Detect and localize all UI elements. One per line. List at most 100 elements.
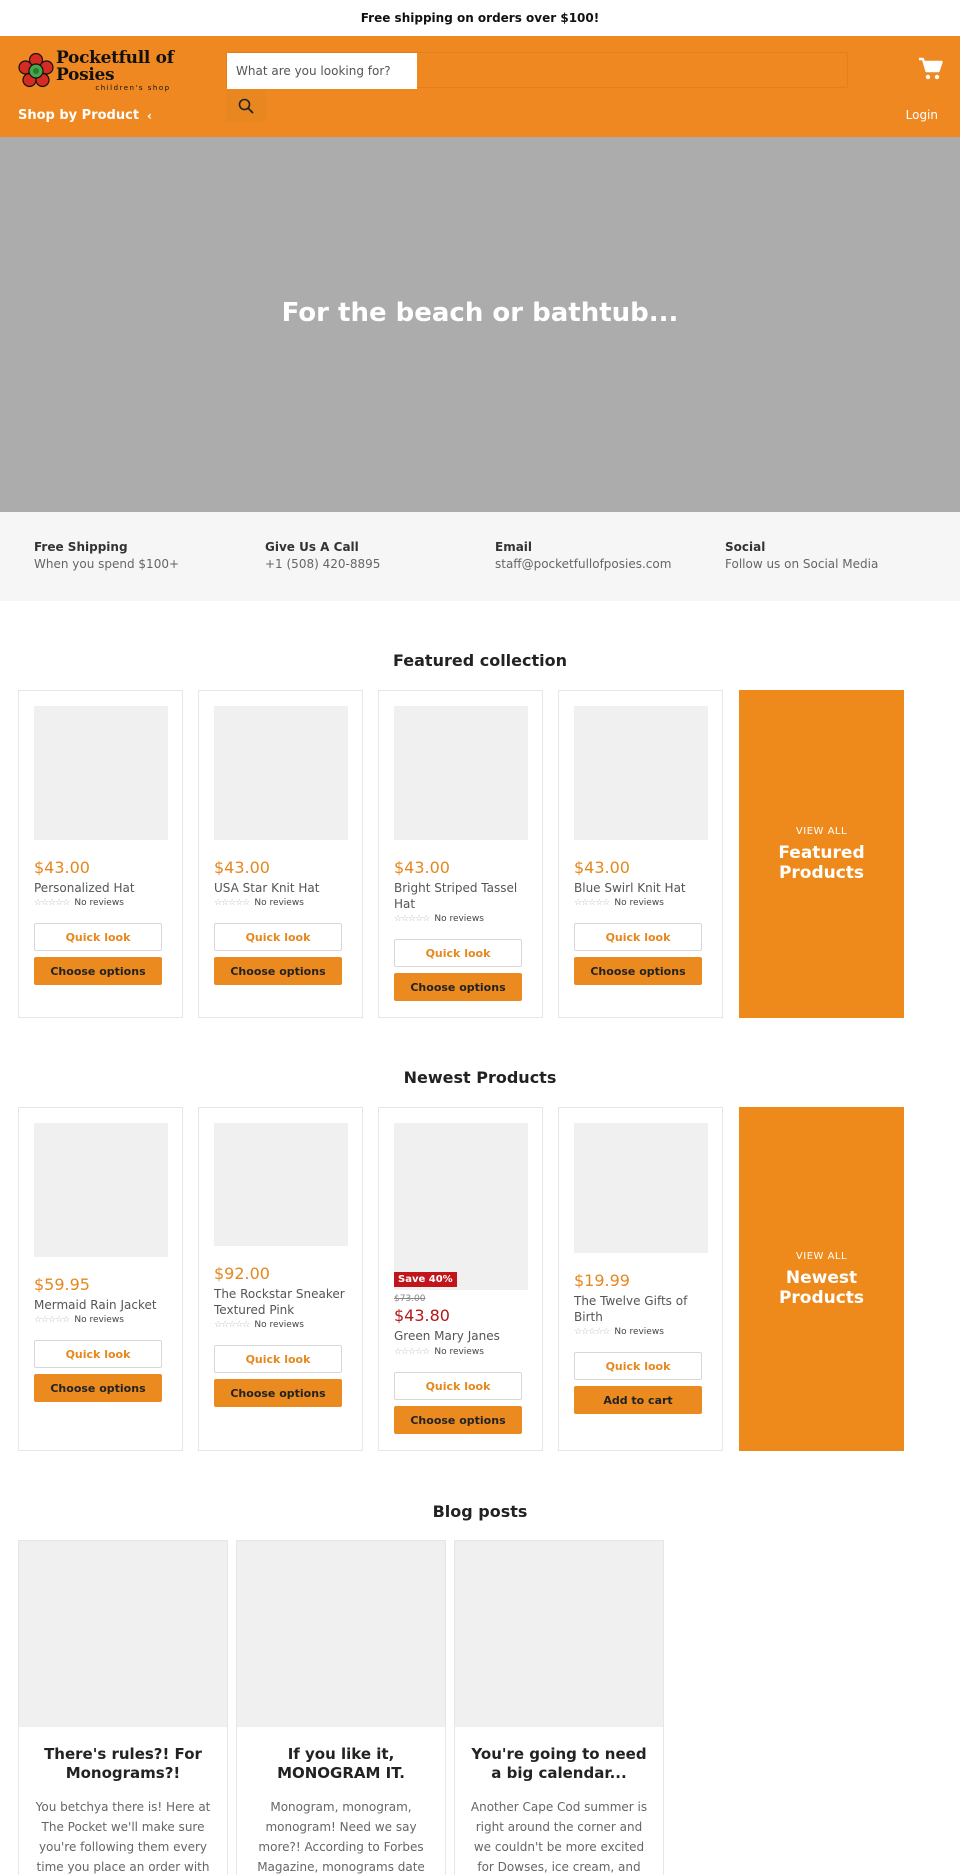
product-card[interactable]: $59.95 Mermaid Rain Jacket ☆☆☆☆☆ No revi…: [18, 1107, 183, 1451]
product-price: $59.95: [34, 1275, 90, 1294]
search-button[interactable]: [226, 90, 266, 122]
review-count: No reviews: [434, 1347, 484, 1357]
product-name[interactable]: The Twelve Gifts of Birth: [574, 1293, 714, 1325]
quick-look-button[interactable]: Quick look: [574, 923, 702, 951]
quick-look-button[interactable]: Quick look: [394, 1372, 522, 1400]
product-card[interactable]: $92.00 The Rockstar Sneaker Textured Pin…: [198, 1107, 363, 1451]
review-count: No reviews: [74, 898, 124, 908]
search-icon: [238, 98, 254, 114]
blog-post-title[interactable]: If you like it, MONOGRAM IT.: [247, 1745, 435, 1783]
product-card[interactable]: $43.00 Blue Swirl Knit Hat ☆☆☆☆☆ No revi…: [558, 690, 723, 1018]
product-image[interactable]: [574, 706, 708, 840]
quick-look-button[interactable]: Quick look: [34, 1340, 162, 1368]
search-input[interactable]: [227, 53, 417, 89]
product-price: $43.00: [574, 858, 630, 877]
hero-banner[interactable]: For the beach or bathtub...: [0, 137, 960, 512]
hero-title: For the beach or bathtub...: [281, 297, 679, 328]
view-all-label: VIEW ALL: [795, 825, 848, 837]
site-logo[interactable]: Pocketfull of Posies children's shop: [18, 50, 210, 92]
quick-look-button[interactable]: Quick look: [214, 923, 342, 951]
featured-collection-title: Featured collection: [392, 651, 568, 670]
feature-title: Free Shipping: [34, 540, 128, 554]
star-icon: ☆☆☆☆☆: [214, 898, 250, 908]
feature-call[interactable]: Give Us A Call +1 (508) 420-8895: [265, 539, 380, 573]
newest-products-title: Newest Products: [403, 1068, 557, 1087]
feature-email[interactable]: Email staff@pocketfullofposies.com: [495, 539, 671, 573]
product-image[interactable]: [574, 1123, 708, 1253]
review-count: No reviews: [254, 898, 304, 908]
product-card[interactable]: $43.00 Bright Striped Tassel Hat ☆☆☆☆☆ N…: [378, 690, 543, 1018]
product-rating: ☆☆☆☆☆ No reviews: [34, 898, 124, 908]
blog-post-title[interactable]: There's rules?! For Monograms?!: [29, 1745, 217, 1783]
product-name[interactable]: Mermaid Rain Jacket: [34, 1297, 174, 1313]
product-name[interactable]: The Rockstar Sneaker Textured Pink: [214, 1286, 354, 1318]
site-header: Pocketfull of Posies children's shop Sho…: [0, 36, 960, 137]
choose-options-button[interactable]: Choose options: [34, 957, 162, 985]
choose-options-button[interactable]: Choose options: [394, 1406, 522, 1434]
product-price: $43.00: [394, 858, 450, 877]
feature-title: Give Us A Call: [265, 540, 359, 554]
feature-subtitle: When you spend $100+: [34, 557, 180, 571]
quick-look-button[interactable]: Quick look: [214, 1345, 342, 1373]
login-link[interactable]: Login: [906, 108, 938, 122]
view-all-newest-promo[interactable]: VIEW ALL Newest Products: [739, 1107, 904, 1451]
product-card[interactable]: $43.00 USA Star Knit Hat ☆☆☆☆☆ No review…: [198, 690, 363, 1018]
blog-card[interactable]: If you like it, MONOGRAM IT. Monogram, m…: [236, 1540, 446, 1875]
choose-options-button[interactable]: Choose options: [34, 1374, 162, 1402]
view-all-label: VIEW ALL: [795, 1250, 848, 1262]
shop-by-product-menu[interactable]: Shop by Product ‹: [18, 108, 152, 123]
choose-options-button[interactable]: Choose options: [574, 957, 702, 985]
star-icon: ☆☆☆☆☆: [34, 898, 70, 908]
star-icon: ☆☆☆☆☆: [394, 1347, 430, 1357]
view-all-featured-promo[interactable]: VIEW ALL Featured Products: [739, 690, 904, 1018]
star-icon: ☆☆☆☆☆: [34, 1315, 70, 1325]
review-count: No reviews: [254, 1320, 304, 1330]
blog-image[interactable]: [19, 1541, 227, 1727]
product-rating: ☆☆☆☆☆ No reviews: [394, 1347, 484, 1357]
product-rating: ☆☆☆☆☆ No reviews: [214, 898, 304, 908]
product-image[interactable]: [214, 706, 348, 840]
product-card[interactable]: $43.00 Personalized Hat ☆☆☆☆☆ No reviews…: [18, 690, 183, 1018]
logo-sub-text: children's shop: [95, 84, 171, 92]
feature-title: Social: [725, 540, 766, 554]
product-rating: ☆☆☆☆☆ No reviews: [394, 914, 484, 924]
product-rating: ☆☆☆☆☆ No reviews: [214, 1320, 304, 1330]
product-rating: ☆☆☆☆☆ No reviews: [574, 1327, 664, 1337]
blog-image[interactable]: [237, 1541, 445, 1727]
search-bar: [226, 52, 848, 89]
quick-look-button[interactable]: Quick look: [574, 1352, 702, 1380]
product-image[interactable]: [394, 1123, 528, 1290]
product-name[interactable]: Green Mary Janes: [394, 1328, 534, 1344]
star-icon: ☆☆☆☆☆: [574, 898, 610, 908]
product-card[interactable]: $19.99 The Twelve Gifts of Birth ☆☆☆☆☆ N…: [558, 1107, 723, 1451]
quick-look-button[interactable]: Quick look: [394, 939, 522, 967]
choose-options-button[interactable]: Choose options: [214, 1379, 342, 1407]
product-price: $43.00: [34, 858, 90, 877]
product-name[interactable]: Personalized Hat: [34, 880, 174, 896]
feature-social[interactable]: Social Follow us on Social Media: [725, 539, 878, 573]
product-image[interactable]: [394, 706, 528, 840]
product-card[interactable]: Save 40% $73.00 $43.80 Green Mary Janes …: [378, 1107, 543, 1451]
cart-icon[interactable]: [918, 56, 944, 82]
promo-title: Featured Products: [778, 842, 865, 883]
blog-card[interactable]: There's rules?! For Monograms?! You betc…: [18, 1540, 228, 1875]
blog-image[interactable]: [455, 1541, 663, 1727]
quick-look-button[interactable]: Quick look: [34, 923, 162, 951]
product-name[interactable]: USA Star Knit Hat: [214, 880, 354, 896]
choose-options-button[interactable]: Choose options: [214, 957, 342, 985]
product-name[interactable]: Blue Swirl Knit Hat: [574, 880, 714, 896]
add-to-cart-button[interactable]: Add to cart: [574, 1386, 702, 1414]
features-strip: Free Shipping When you spend $100+ Give …: [0, 512, 960, 601]
product-image[interactable]: [214, 1123, 348, 1246]
product-image[interactable]: [34, 706, 168, 840]
product-price: $43.00: [214, 858, 270, 877]
blog-card[interactable]: You're going to need a big calendar... A…: [454, 1540, 664, 1875]
blog-posts-title: Blog posts: [432, 1502, 528, 1521]
blog-post-excerpt: Another Cape Cod summer is right around …: [470, 1800, 648, 1874]
product-name[interactable]: Bright Striped Tassel Hat: [394, 880, 534, 912]
review-count: No reviews: [434, 914, 484, 924]
star-icon: ☆☆☆☆☆: [574, 1327, 610, 1337]
blog-post-title[interactable]: You're going to need a big calendar...: [465, 1745, 653, 1783]
choose-options-button[interactable]: Choose options: [394, 973, 522, 1001]
product-image[interactable]: [34, 1123, 168, 1257]
